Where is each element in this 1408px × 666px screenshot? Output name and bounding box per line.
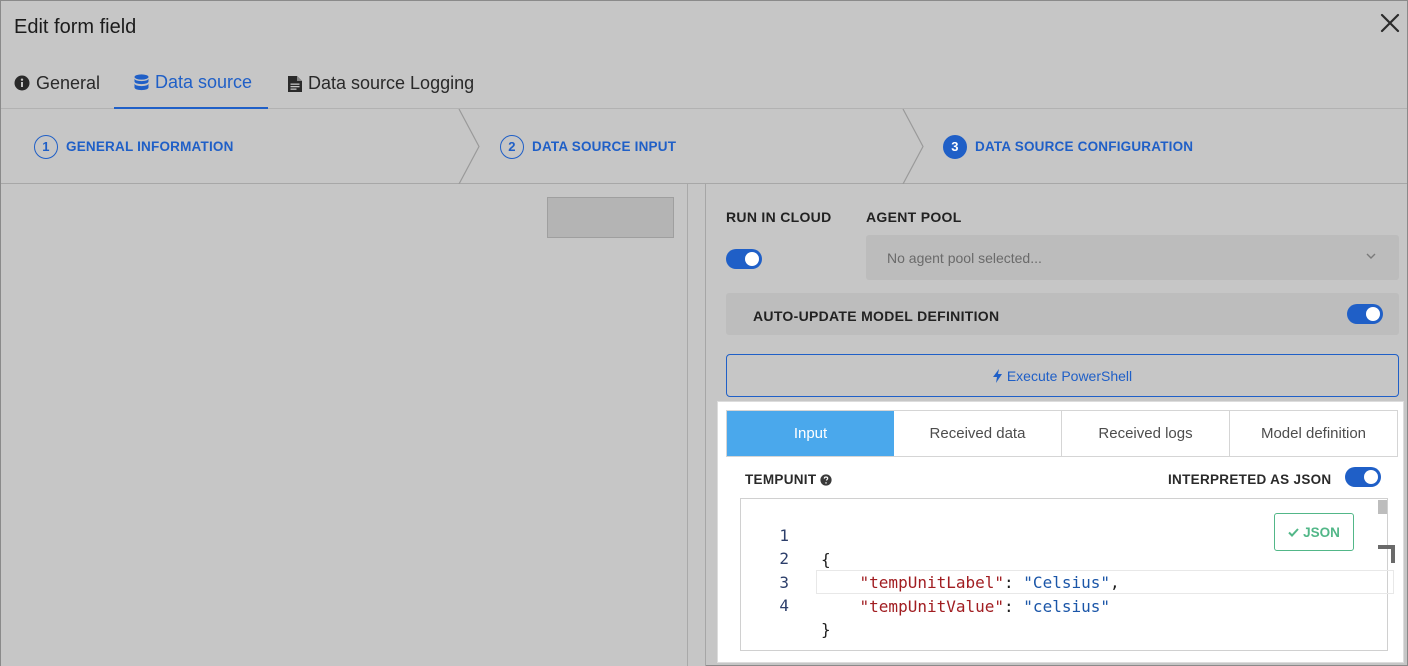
json-editor-scrollbar[interactable] bbox=[1378, 500, 1387, 514]
agent-pool-placeholder: No agent pool selected... bbox=[887, 249, 1042, 266]
subtab-model-definition[interactable]: Model definition bbox=[1230, 411, 1397, 456]
step-data-source-configuration[interactable]: 3 DATA SOURCE CONFIGURATION bbox=[943, 109, 1193, 184]
code-line: 7 Write-Information "Result: $($result.w… bbox=[1, 328, 705, 352]
subtab-received-logs[interactable]: Received logs bbox=[1062, 411, 1230, 456]
tab-data-source-logging-label: Data source Logging bbox=[308, 72, 475, 93]
code-line: 8 $result.weather bbox=[1, 351, 705, 375]
code-line: 4 $response = Invoke-RestMethod -uri $lo… bbox=[1, 256, 705, 280]
bolt-icon bbox=[992, 368, 1002, 383]
file-text-icon bbox=[288, 75, 302, 92]
dialog-title: Edit form field bbox=[14, 16, 137, 38]
close-icon[interactable] bbox=[1378, 11, 1402, 35]
interpreted-as-json-label: INTERPRETED AS JSON bbox=[1168, 472, 1332, 487]
agent-pool-select[interactable]: No agent pool selected... bbox=[866, 235, 1399, 280]
step-number: 1 bbox=[34, 134, 58, 159]
resize-handle-icon[interactable] bbox=[1391, 545, 1395, 563]
subtab-input[interactable]: Input bbox=[727, 411, 894, 456]
info-circle-icon bbox=[14, 75, 30, 91]
step-general-information[interactable]: 1 GENERAL INFORMATION bbox=[34, 109, 234, 184]
agent-pool-label: AGENT POOL bbox=[866, 209, 962, 225]
line-number: 4 bbox=[779, 596, 789, 615]
code-minimap-slider[interactable] bbox=[547, 197, 674, 238]
powershell-script-editor[interactable]: 1 $temperatureUnit = $datasource.tempUni… bbox=[1, 184, 705, 666]
run-in-cloud-toggle[interactable] bbox=[726, 249, 762, 269]
step-label: DATA SOURCE CONFIGURATION bbox=[975, 139, 1194, 154]
tempunit-label-text: TEMPUNIT bbox=[745, 472, 817, 487]
run-in-cloud-label: RUN IN CLOUD bbox=[726, 209, 832, 225]
tempunit-field-label: TEMPUNIT bbox=[745, 472, 833, 487]
chevron-down-icon bbox=[1366, 253, 1376, 259]
execute-powershell-button[interactable]: Execute PowerShell bbox=[726, 354, 1399, 397]
step-data-source-input[interactable]: 2 DATA SOURCE INPUT bbox=[500, 109, 676, 184]
tab-data-source[interactable]: Data source bbox=[114, 57, 268, 109]
database-icon bbox=[134, 73, 149, 91]
wizard-stepper: 1 GENERAL INFORMATION 2 DATA SOURCE INPU… bbox=[1, 109, 1407, 184]
interpreted-as-json-toggle[interactable] bbox=[1345, 467, 1381, 487]
subtab-received-data[interactable]: Received data bbox=[894, 411, 1062, 456]
json-valid-badge[interactable]: JSON bbox=[1274, 513, 1354, 551]
json-badge-label: JSON bbox=[1303, 524, 1340, 540]
tab-general[interactable]: General bbox=[14, 57, 100, 109]
edit-form-field-dialog: Edit form field General Data source Data… bbox=[0, 0, 1408, 666]
step-separator-icon bbox=[458, 109, 480, 184]
active-line-highlight bbox=[816, 570, 1394, 594]
code-line: 6 $result = @{weather = "Current time: $… bbox=[1, 304, 705, 328]
step-number: 3 bbox=[943, 134, 967, 159]
auto-update-toggle[interactable] bbox=[1347, 304, 1383, 324]
execute-powershell-label: Execute PowerShell bbox=[1006, 367, 1133, 384]
step-label: DATA SOURCE INPUT bbox=[532, 139, 677, 154]
test-panel-tabs: Input Received data Received logs Model … bbox=[726, 410, 1398, 457]
tab-data-source-logging[interactable]: Data source Logging bbox=[288, 57, 474, 109]
json-text: } bbox=[821, 620, 831, 639]
step-label: GENERAL INFORMATION bbox=[66, 139, 234, 154]
check-icon bbox=[1288, 527, 1299, 537]
code-line: 5 Write-Information "Response: $response… bbox=[1, 280, 705, 304]
editor-vertical-ruler bbox=[687, 184, 688, 666]
question-circle-icon[interactable] bbox=[820, 473, 833, 486]
tab-data-source-label: Data source bbox=[155, 71, 253, 92]
step-separator-icon bbox=[902, 109, 924, 184]
json-text: "tempUnitValue": "celsius" bbox=[859, 597, 1110, 616]
auto-update-label: AUTO-UPDATE MODEL DEFINITION bbox=[753, 308, 1000, 324]
tab-general-label: General bbox=[36, 72, 101, 93]
step-number: 2 bbox=[500, 134, 524, 159]
dialog-tabs: General Data source Data source Logging bbox=[1, 57, 1407, 109]
